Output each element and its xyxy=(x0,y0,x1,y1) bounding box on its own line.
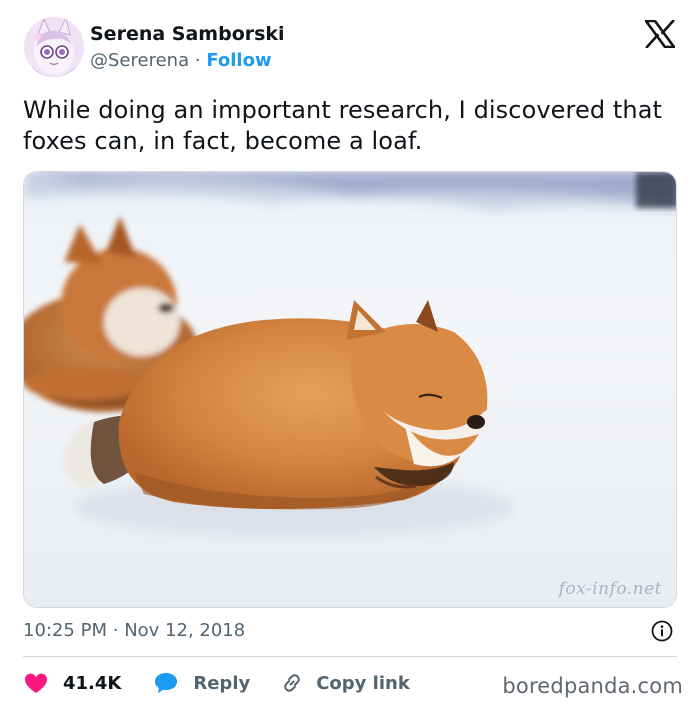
link-icon xyxy=(280,671,304,695)
info-icon[interactable] xyxy=(650,619,674,643)
timestamp-separator: · xyxy=(112,620,119,641)
fox-loaf-photo xyxy=(24,172,676,607)
copy-link-button[interactable]: Copy link xyxy=(280,671,410,695)
avatar-illustration xyxy=(24,17,84,77)
boredpanda-watermark: boredpanda.com xyxy=(502,674,683,698)
photo-watermark: fox-info.net xyxy=(558,579,662,599)
like-count: 41.4K xyxy=(63,672,122,694)
tweet-text: While doing an important research, I dis… xyxy=(23,96,663,155)
avatar[interactable] xyxy=(24,17,84,77)
follow-button[interactable]: Follow xyxy=(206,50,271,71)
author-block: Serena Samborski @Sererena · Follow xyxy=(90,22,285,73)
speech-bubble-icon xyxy=(153,671,179,695)
like-button[interactable]: 41.4K xyxy=(23,671,121,695)
author-display-name[interactable]: Serena Samborski xyxy=(90,22,285,46)
tweet-photo[interactable]: fox-info.net xyxy=(23,171,677,608)
reply-button[interactable]: Reply xyxy=(153,671,250,695)
author-handle[interactable]: @Sererena xyxy=(90,50,189,71)
handle-row: @Sererena · Follow xyxy=(90,49,285,73)
tweet-date: Nov 12, 2018 xyxy=(124,620,246,641)
copy-link-label: Copy link xyxy=(316,672,410,694)
tweet-time: 10:25 PM xyxy=(23,620,107,641)
action-bar: 41.4K Reply Copy link xyxy=(23,668,410,698)
handle-separator: · xyxy=(194,50,201,71)
heart-icon xyxy=(23,671,49,695)
reply-label: Reply xyxy=(193,672,251,694)
timestamp[interactable]: 10:25 PM · Nov 12, 2018 xyxy=(23,620,245,641)
x-logo-icon[interactable] xyxy=(643,19,677,49)
divider xyxy=(23,656,677,657)
